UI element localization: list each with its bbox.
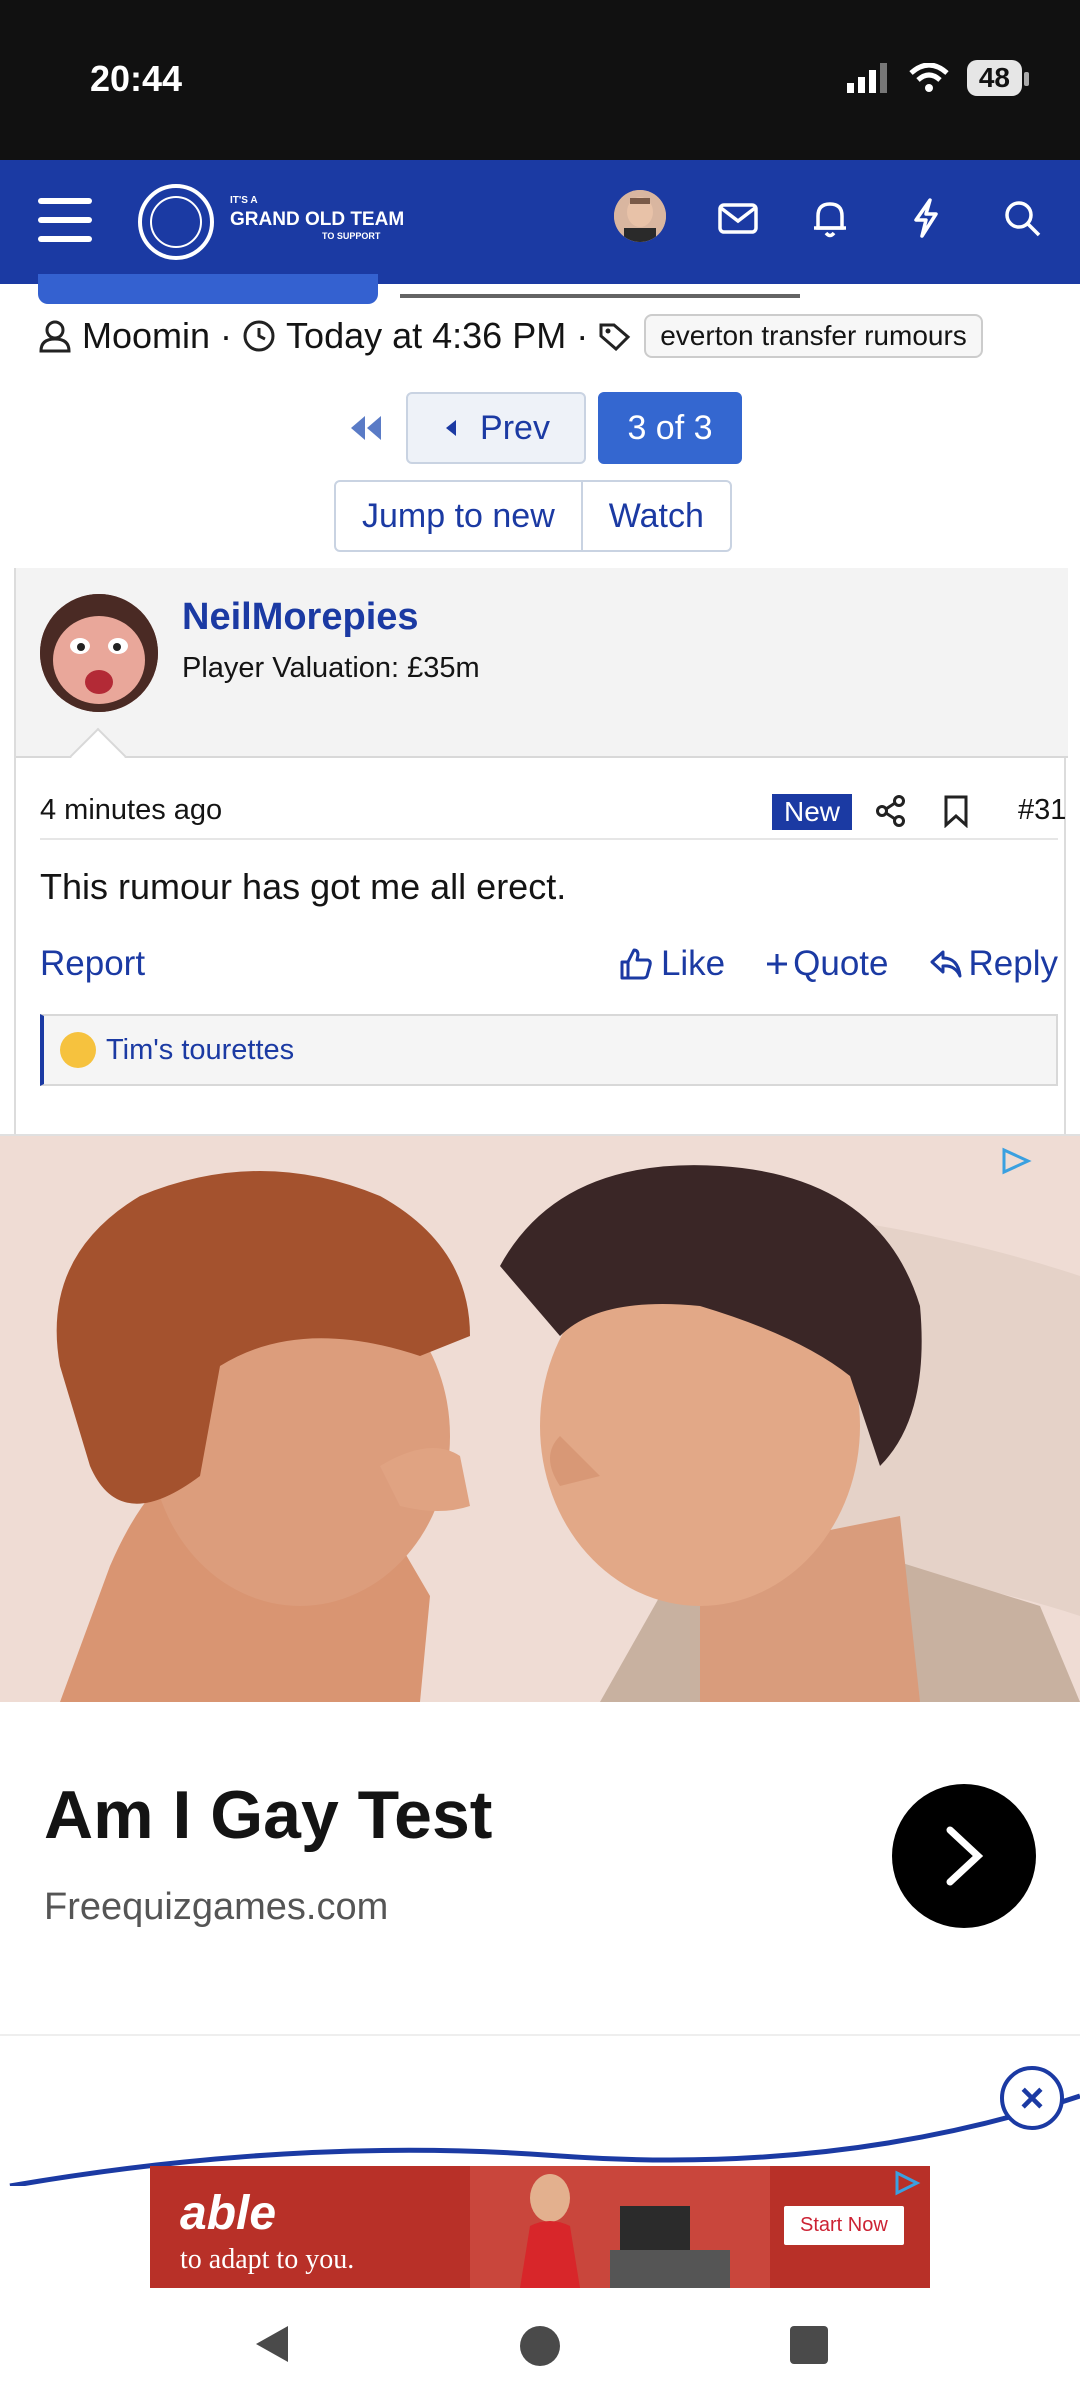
meta-separator: ·	[576, 315, 589, 356]
signal-icon	[846, 63, 887, 93]
post-body: This rumour has got me all erect.	[40, 866, 567, 907]
post-time[interactable]: 4 minutes ago	[40, 794, 222, 827]
tag-icon	[599, 323, 631, 351]
post-username[interactable]: NeilMorepies	[182, 596, 419, 639]
user-avatar[interactable]	[614, 190, 666, 242]
reply-button[interactable]: Reply	[929, 944, 1058, 984]
banner-image	[470, 2166, 770, 2288]
clock: 20:44	[90, 58, 183, 99]
meta-separator: ·	[220, 315, 233, 356]
quote-label: Quote	[793, 944, 889, 983]
new-badge: New	[772, 794, 853, 830]
like-button[interactable]: Like	[619, 944, 725, 984]
reply-icon	[930, 950, 962, 978]
adchoices-icon[interactable]	[998, 1146, 1034, 1176]
banner-ad[interactable]: able to adapt to you. Start Now	[150, 2166, 930, 2288]
lightning-icon[interactable]	[904, 196, 948, 240]
system-icons: 48	[846, 60, 1030, 96]
jump-to-new-button[interactable]: Jump to new	[336, 482, 581, 550]
reply-label: Reply	[968, 944, 1058, 983]
caret-left-icon	[446, 420, 457, 436]
prev-label: Prev	[480, 408, 550, 447]
thread-tag[interactable]: everton transfer rumours	[644, 314, 983, 358]
sponsored-ad[interactable]: Am I Gay Test Freequizgames.com	[0, 1134, 1080, 2034]
wifi-icon	[909, 63, 949, 92]
search-icon[interactable]	[1000, 196, 1044, 240]
site-logo[interactable]	[138, 184, 214, 260]
bookmark-icon[interactable]	[942, 794, 970, 828]
watch-button[interactable]: Watch	[580, 482, 730, 550]
user-block-arrow	[69, 727, 127, 785]
status-bar: 20:44 48	[0, 0, 1080, 160]
report-button[interactable]: Report	[40, 944, 145, 984]
adchoices-icon[interactable]	[892, 2170, 922, 2196]
ad-title[interactable]: Am I Gay Test	[44, 1776, 492, 1854]
thread-title	[400, 276, 800, 298]
thread-meta: Moomin · Today at 4:36 PM · everton tran…	[38, 314, 983, 358]
brand-top-text: IT'S A	[230, 195, 258, 206]
ad-image[interactable]	[0, 1136, 1080, 1702]
prev-button[interactable]: Prev	[406, 392, 586, 464]
post-user-title: Player Valuation: £35m	[182, 652, 480, 684]
post-meta: 4 minutes ago New #31	[40, 790, 1066, 840]
chevron-right-icon	[946, 1826, 984, 1886]
close-ad-button[interactable]: ×	[1000, 2066, 1064, 2130]
site-brand[interactable]: IT'S A GRAND OLD TEAM TO SUPPORT	[230, 196, 404, 241]
reaction-bar[interactable]: Tim's tourettes	[40, 1014, 1058, 1086]
brand-bottom-text: TO SUPPORT	[322, 231, 381, 241]
post-avatar[interactable]	[40, 594, 158, 712]
quote-button[interactable]: Quote	[765, 944, 889, 984]
first-page-icon[interactable]	[336, 414, 394, 442]
thumbs-up-icon	[620, 948, 652, 980]
post-action-group: Like Quote Reply	[619, 944, 1058, 984]
post-user-block: NeilMorepies Player Valuation: £35m	[16, 568, 1068, 785]
inbox-icon[interactable]	[716, 196, 760, 240]
back-icon[interactable]	[252, 2322, 292, 2366]
thread-action-group: Jump to new Watch	[334, 480, 732, 552]
pagination: Prev 3 of 3	[336, 392, 742, 464]
clock-icon	[243, 320, 275, 352]
reaction-text[interactable]: Tim's tourettes	[106, 1034, 294, 1067]
recents-icon[interactable]	[790, 2326, 828, 2364]
like-label: Like	[660, 944, 726, 983]
banner-headline: able	[180, 2187, 277, 2240]
share-icon[interactable]	[874, 794, 908, 828]
home-icon[interactable]	[520, 2326, 560, 2366]
laughing-emoji-icon	[60, 1032, 96, 1068]
bell-icon[interactable]	[808, 196, 852, 240]
system-navigation-bar	[0, 2290, 1080, 2404]
current-page-button[interactable]: 3 of 3	[598, 392, 742, 464]
plus-icon	[767, 954, 788, 974]
post-number[interactable]: #31	[1018, 794, 1066, 827]
menu-icon[interactable]	[38, 198, 92, 246]
start-now-button[interactable]: Start Now	[784, 2206, 904, 2245]
thread-author[interactable]: Moomin	[82, 315, 210, 357]
banner-subline: to adapt to you.	[180, 2244, 355, 2275]
brand-main-text: GRAND OLD TEAM	[230, 209, 405, 230]
thread-prefix-label	[38, 274, 378, 304]
thread-date[interactable]: Today at 4:36 PM	[286, 315, 566, 357]
battery-icon: 48	[966, 60, 1030, 96]
ad-open-button[interactable]	[892, 1784, 1036, 1928]
ad-url[interactable]: Freequizgames.com	[44, 1886, 388, 1929]
user-icon	[39, 320, 71, 353]
